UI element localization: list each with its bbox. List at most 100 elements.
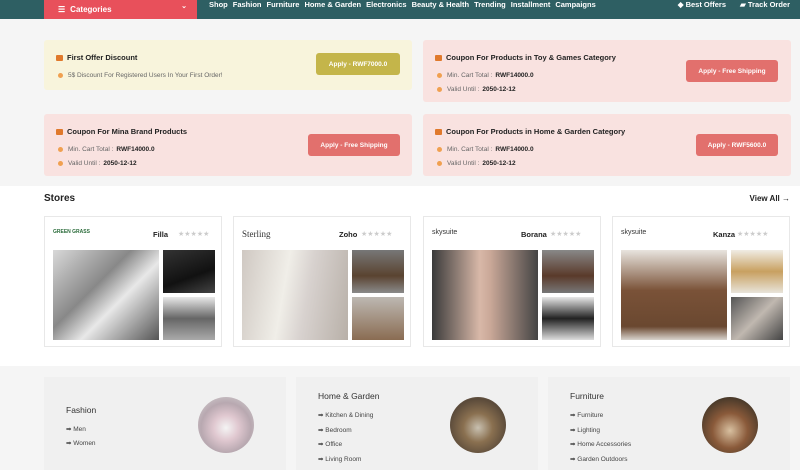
store-product-image bbox=[731, 250, 783, 293]
categories-button[interactable]: ☰ Categories ⌄ bbox=[44, 0, 197, 19]
store-product-image bbox=[542, 250, 594, 293]
category-card-furniture: Furniture ➡ Furniture ➡ Lighting ➡ Home … bbox=[548, 377, 790, 470]
min-cart-value: RWF14000.0 bbox=[116, 146, 155, 153]
valid-until-label: Valid Until : bbox=[447, 86, 480, 93]
store-card[interactable]: Sterling Zoho ★★★★★ bbox=[233, 216, 411, 347]
category-title: Fashion bbox=[66, 405, 97, 415]
bullet-icon bbox=[437, 147, 442, 152]
rating-stars: ★★★★★ bbox=[178, 231, 210, 238]
store-card[interactable]: skysuite Borana ★★★★★ bbox=[423, 216, 601, 347]
category-link-label: Furniture bbox=[577, 412, 604, 419]
category-image bbox=[198, 397, 254, 453]
store-logo: Sterling bbox=[242, 229, 271, 239]
store-logo: skysuite bbox=[432, 229, 458, 236]
bullet-icon bbox=[437, 87, 442, 92]
coupon-card: Coupon For Products in Home & Garden Cat… bbox=[423, 114, 791, 176]
store-card[interactable]: skysuite Kanza ★★★★★ bbox=[612, 216, 790, 347]
apply-coupon-button[interactable]: Apply - RWF5600.0 bbox=[696, 134, 778, 156]
header-right-links: ◆ Best Offers ▰ Track Order bbox=[678, 0, 790, 9]
valid-until-value: 2050-12-12 bbox=[103, 160, 137, 167]
rating-stars: ★★★★★ bbox=[550, 231, 582, 238]
coupon-title: Coupon For Mina Brand Products bbox=[56, 127, 187, 136]
coupon-title-text: Coupon For Products in Toy & Games Categ… bbox=[446, 53, 616, 62]
store-card[interactable]: GREEN GRASS Filla ★★★★★ bbox=[44, 216, 222, 347]
store-name: Kanza bbox=[713, 230, 736, 239]
valid-until-value: 2050-12-12 bbox=[482, 86, 516, 93]
category-link-label: Home Accessories bbox=[577, 441, 632, 448]
min-cart-total: Min. Cart Total : RWF14000.0 bbox=[437, 72, 534, 79]
rating-stars: ★★★★★ bbox=[737, 231, 769, 238]
nav-item-home-garden[interactable]: Home & Garden bbox=[304, 0, 361, 12]
best-offers-link[interactable]: ◆ Best Offers bbox=[678, 0, 726, 9]
track-order-link[interactable]: ▰ Track Order bbox=[740, 0, 790, 9]
bullet-icon bbox=[58, 161, 63, 166]
store-name: Zoho bbox=[339, 230, 358, 239]
apply-coupon-button[interactable]: Apply - Free Shipping bbox=[308, 134, 400, 156]
valid-until: Valid Until :2050-12-12 bbox=[58, 160, 137, 167]
category-link[interactable]: ➡ Men bbox=[66, 425, 86, 433]
min-cart-total: Min. Cart Total : RWF14000.0 bbox=[437, 146, 534, 153]
bullet-icon bbox=[58, 147, 63, 152]
valid-until-label: Valid Until : bbox=[68, 160, 101, 167]
min-cart-label: Min. Cart Total : bbox=[447, 72, 493, 79]
main-nav: Shop Fashion Furniture Home & Garden Ele… bbox=[209, 0, 601, 12]
bullet-icon bbox=[58, 73, 63, 78]
tag-icon: ◆ bbox=[677, 0, 686, 9]
nav-item-furniture[interactable]: Furniture bbox=[267, 0, 300, 12]
category-link[interactable]: ➡ Bedroom bbox=[318, 426, 352, 434]
store-logo: skysuite bbox=[621, 229, 647, 236]
store-name: Borana bbox=[521, 230, 547, 239]
min-cart-label: Min. Cart Total : bbox=[68, 146, 114, 153]
best-offers-label: Best Offers bbox=[685, 0, 727, 9]
store-product-image bbox=[621, 250, 727, 340]
coupon-card: Coupon For Products in Toy & Games Categ… bbox=[423, 40, 791, 102]
chevron-down-icon: ⌄ bbox=[181, 3, 187, 10]
store-product-image bbox=[163, 297, 215, 340]
store-product-image bbox=[731, 297, 783, 340]
category-link-label: Lighting bbox=[577, 427, 601, 434]
coupon-title-text: First Offer Discount bbox=[67, 53, 138, 62]
nav-item-installment[interactable]: Installment bbox=[511, 0, 551, 12]
nav-item-beauty-health[interactable]: Beauty & Health bbox=[412, 0, 470, 12]
coupon-description: 5$ Discount For Registered Users In Your… bbox=[68, 72, 223, 79]
valid-until-value: 2050-12-12 bbox=[482, 160, 516, 167]
category-link[interactable]: ➡ Home Accessories bbox=[570, 440, 631, 448]
coupon-title-text: Coupon For Products in Home & Garden Cat… bbox=[446, 127, 626, 136]
coupon-line: 5$ Discount For Registered Users In Your… bbox=[58, 72, 223, 79]
coupon-title: First Offer Discount bbox=[56, 53, 137, 62]
min-cart-value: RWF14000.0 bbox=[495, 146, 534, 153]
view-all-link[interactable]: View All → bbox=[750, 194, 790, 203]
category-card-home-garden: Home & Garden ➡ Kitchen & Dining ➡ Bedro… bbox=[296, 377, 538, 470]
category-link[interactable]: ➡ Women bbox=[66, 439, 96, 447]
valid-until-label: Valid Until : bbox=[447, 160, 480, 167]
nav-item-trending[interactable]: Trending bbox=[474, 0, 506, 12]
category-image bbox=[702, 397, 758, 453]
nav-item-shop[interactable]: Shop bbox=[209, 0, 228, 12]
category-link-label: Office bbox=[325, 441, 343, 448]
category-link[interactable]: ➡ Kitchen & Dining bbox=[318, 411, 373, 419]
store-logo: GREEN GRASS bbox=[53, 229, 90, 235]
apply-coupon-button[interactable]: Apply - RWF7000.0 bbox=[316, 53, 400, 75]
category-link[interactable]: ➡ Lighting bbox=[570, 426, 600, 434]
coupon-title-text: Coupon For Mina Brand Products bbox=[67, 127, 187, 136]
category-link[interactable]: ➡ Furniture bbox=[570, 411, 603, 419]
bullet-icon bbox=[437, 73, 442, 78]
valid-until: Valid Until :2050-12-12 bbox=[437, 86, 516, 93]
track-order-label: Track Order bbox=[747, 0, 790, 9]
tag-icon bbox=[435, 54, 442, 61]
category-link-label: Garden Outdoors bbox=[577, 456, 628, 463]
category-link[interactable]: ➡ Office bbox=[318, 440, 342, 448]
category-link[interactable]: ➡ Living Room bbox=[318, 455, 361, 463]
nav-item-electronics[interactable]: Electronics bbox=[366, 0, 406, 12]
coupon-title: Coupon For Products in Toy & Games Categ… bbox=[435, 53, 616, 62]
category-link[interactable]: ➡ Garden Outdoors bbox=[570, 455, 628, 463]
tag-icon bbox=[56, 54, 63, 61]
category-link-label: Bedroom bbox=[325, 427, 352, 434]
category-title: Home & Garden bbox=[318, 391, 380, 401]
store-product-image bbox=[542, 297, 594, 340]
apply-coupon-button[interactable]: Apply - Free Shipping bbox=[686, 60, 778, 82]
nav-item-campaigns[interactable]: Campaigns bbox=[555, 0, 595, 12]
rating-stars: ★★★★★ bbox=[361, 231, 393, 238]
nav-item-fashion[interactable]: Fashion bbox=[233, 0, 262, 12]
tag-icon bbox=[56, 128, 63, 135]
